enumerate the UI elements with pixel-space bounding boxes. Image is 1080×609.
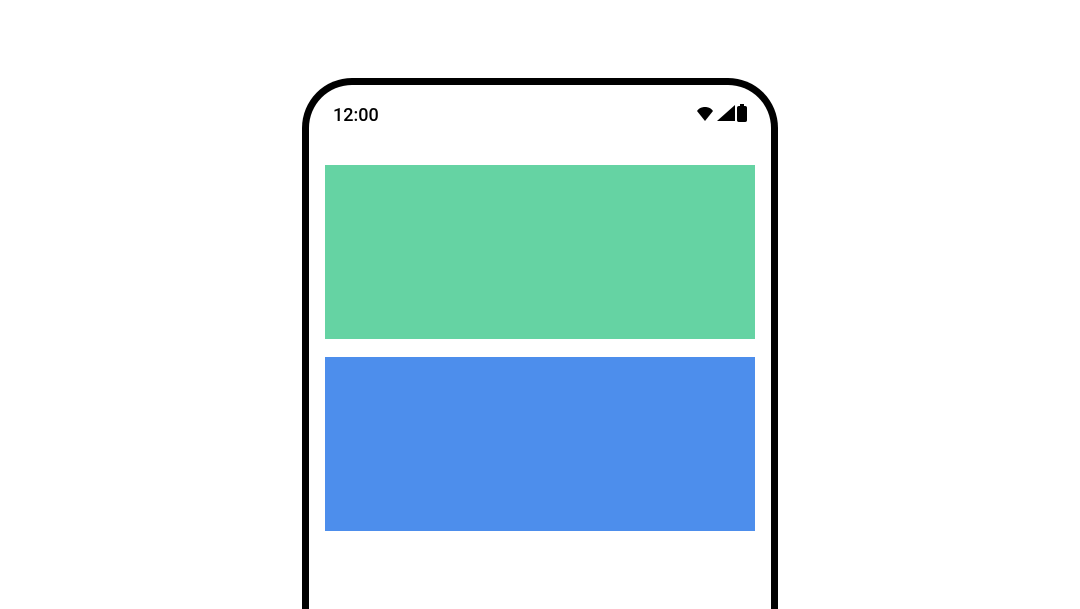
content-area xyxy=(309,137,771,609)
cellular-icon xyxy=(717,105,735,125)
spacer xyxy=(325,549,755,609)
status-time: 12:00 xyxy=(333,105,379,126)
blue-block xyxy=(325,357,755,531)
phone-frame: 12:00 xyxy=(302,78,778,609)
green-block xyxy=(325,165,755,339)
battery-icon xyxy=(737,104,747,126)
wifi-icon xyxy=(695,105,715,125)
status-icons xyxy=(695,104,747,126)
status-bar: 12:00 xyxy=(309,85,771,137)
